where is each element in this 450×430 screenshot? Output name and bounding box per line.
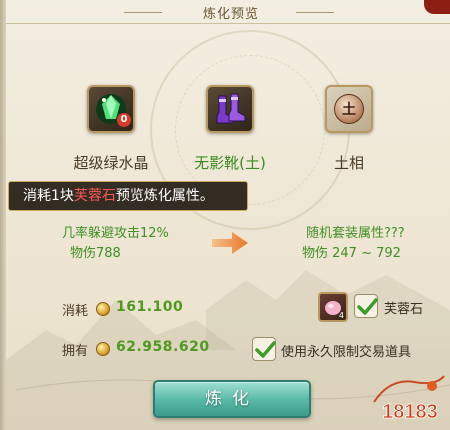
earth-element-icon: 土: [334, 94, 364, 124]
tooltip-prefix: 消耗1块: [23, 188, 74, 204]
cost-amount: 161.100: [116, 299, 184, 315]
item-slot-green-crystal[interactable]: 0: [87, 85, 135, 133]
gold-coin-icon: [96, 342, 110, 356]
refine-preview-panel: 炼化预览 0 超级绿水晶 无影靴(土) 土 土相 消耗1块芙蓉石预览炼化属性。 …: [0, 0, 450, 430]
item-slot-earth-element[interactable]: 土: [325, 85, 373, 133]
item-slot-boots[interactable]: [206, 85, 254, 133]
checkmark-icon: [255, 341, 276, 358]
preview-stat-set-attribute: 随机套装属性???: [306, 226, 405, 241]
checkmark-icon: [357, 298, 378, 315]
current-stat-dodge: 几率躲避攻击12%: [62, 226, 169, 241]
item-name-earth-element: 土相: [333, 154, 364, 172]
boots-icon: [216, 93, 246, 124]
item-name-green-crystal: 超级绿水晶: [73, 154, 149, 172]
arrow-right-icon: [212, 232, 248, 254]
preview-stat-physical-damage: 物伤 247 ~ 792: [302, 246, 401, 261]
current-stat-physical-damage: 物伤788: [70, 246, 121, 261]
item-name-boots: 无影靴(土): [194, 154, 266, 172]
tooltip-highlight: 芙蓉石: [73, 188, 116, 204]
title-ornament-left: [124, 12, 162, 13]
owned-amount: 62.958.620: [116, 339, 210, 355]
tooltip-suffix: 预览炼化属性。: [115, 188, 214, 204]
bound-item-option-label: 使用永久限制交易道具: [281, 345, 412, 360]
site-watermark: 18183: [370, 372, 450, 430]
header-bar: 炼化预览: [6, 0, 450, 24]
gold-coin-icon: [96, 302, 110, 316]
page-title: 炼化预览: [202, 7, 259, 22]
material-count: 4: [338, 311, 344, 320]
material-checkbox[interactable]: [354, 294, 378, 318]
item-count-badge: 0: [117, 113, 131, 127]
cost-label: 消耗: [62, 304, 89, 319]
watermark-logo: 18183: [373, 375, 445, 423]
material-item-slot[interactable]: 4: [318, 292, 348, 322]
refine-button[interactable]: 炼化: [153, 380, 311, 418]
title-ornament-right: [296, 12, 334, 13]
watermark-text: 18183: [382, 401, 438, 423]
owned-label: 拥有: [62, 344, 89, 359]
consume-tooltip: 消耗1块芙蓉石预览炼化属性。: [8, 181, 248, 211]
material-option-label: 芙蓉石: [384, 302, 424, 317]
bound-item-checkbox[interactable]: [252, 337, 276, 361]
